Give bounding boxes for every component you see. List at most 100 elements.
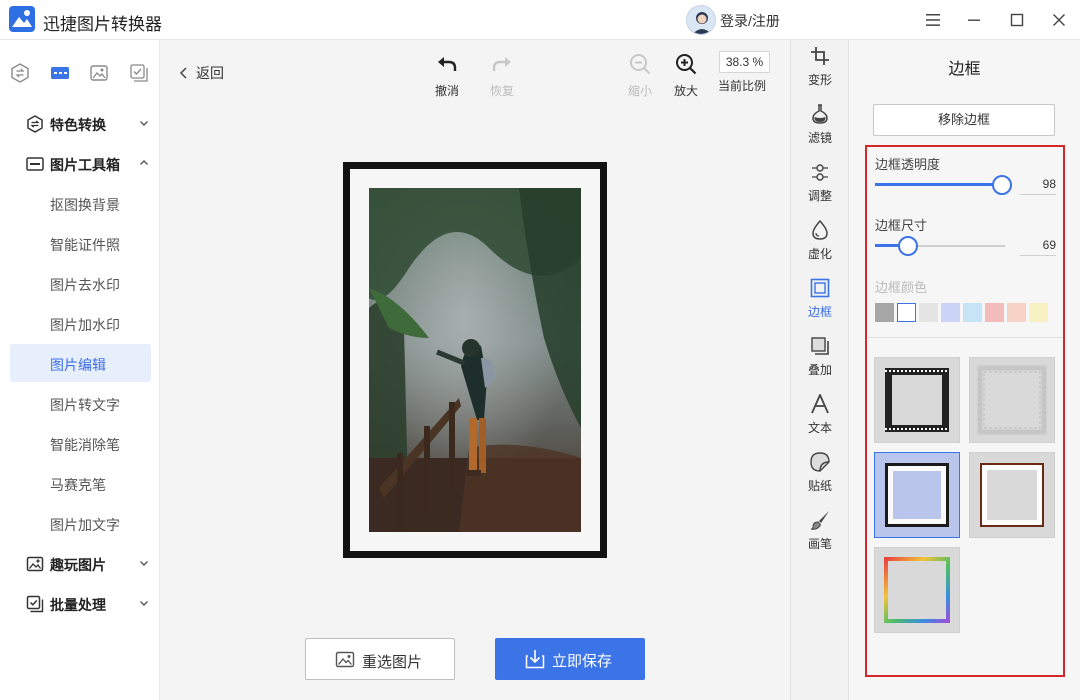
preset-grunge-frame[interactable]	[969, 452, 1055, 538]
nav-section-fun[interactable]: 趣玩图片	[0, 546, 160, 582]
close-icon	[1053, 14, 1065, 26]
solid-frame-thumbnail	[885, 463, 949, 527]
size-slider[interactable]	[875, 236, 1005, 256]
image-icon	[90, 65, 108, 81]
nav-section-special[interactable]: 特色转换	[0, 106, 160, 142]
tool-filter[interactable]: 滤镜	[791, 104, 849, 154]
menu-button[interactable]	[921, 8, 945, 32]
redo-label: 恢复	[489, 84, 514, 98]
opacity-value[interactable]: 98	[1020, 173, 1056, 195]
nav-section-label: 图片工具箱	[50, 157, 120, 173]
faded-frame-thumbnail	[977, 365, 1047, 435]
tool-transform[interactable]: 变形	[791, 46, 849, 96]
opacity-slider[interactable]	[875, 175, 1013, 195]
color-swatch[interactable]	[985, 303, 1004, 322]
batch-check-icon	[26, 595, 44, 613]
nav-batch-button[interactable]	[128, 62, 150, 84]
preset-rainbow-frame[interactable]	[874, 547, 960, 633]
slider-knob[interactable]	[992, 175, 1013, 195]
nav-item-label: 图片转文字	[50, 397, 120, 413]
nav-item-label: 智能消除笔	[50, 437, 120, 453]
nav-item-label: 图片编辑	[50, 357, 106, 373]
color-swatch[interactable]	[875, 303, 894, 322]
nav-item-cutout[interactable]: 抠图换背景	[10, 184, 151, 222]
color-swatch[interactable]	[941, 303, 960, 322]
chevron-down-icon	[140, 561, 148, 566]
app-title: 迅捷图片转换器	[43, 15, 162, 34]
swap-circle-icon	[27, 115, 43, 133]
save-now-button[interactable]: 立即保存	[495, 638, 645, 680]
nav-item-add-text[interactable]: 图片加文字	[10, 504, 151, 542]
color-swatch[interactable]	[963, 303, 982, 322]
tool-label: 调整	[807, 189, 832, 203]
tool-label: 文本	[807, 421, 832, 435]
tool-sticker[interactable]: 贴纸	[791, 452, 849, 502]
nav-item-add-watermark[interactable]: 图片加水印	[10, 304, 151, 342]
nav-item-label: 图片去水印	[50, 277, 120, 293]
undo-icon	[438, 57, 457, 71]
remove-frame-button[interactable]: 移除边框	[873, 104, 1055, 136]
nav-section-batch[interactable]: 批量处理	[0, 586, 160, 622]
color-swatch[interactable]	[897, 303, 916, 322]
color-swatch[interactable]	[1007, 303, 1026, 322]
tool-label: 边框	[807, 305, 832, 319]
batch-icon	[130, 64, 148, 82]
zoom-in-button[interactable]: 放大	[661, 52, 711, 98]
tool-frame[interactable]: 边框	[791, 278, 849, 328]
nav-convert-button[interactable]	[9, 62, 31, 84]
rainbow-frame-thumbnail	[884, 557, 950, 623]
chevron-up-icon	[140, 160, 148, 165]
size-label: 边框尺寸	[875, 218, 928, 233]
color-swatch[interactable]	[919, 303, 938, 322]
redo-button[interactable]: 恢复	[477, 52, 527, 98]
framed-image[interactable]	[343, 162, 607, 558]
nav-item-id-photo[interactable]: 智能证件照	[10, 224, 151, 262]
zoom-value-box[interactable]: 38.3 %	[719, 51, 770, 73]
nav-item-smart-eraser[interactable]: 智能消除笔	[10, 424, 151, 462]
reselect-image-button[interactable]: 重选图片	[305, 638, 455, 680]
left-nav: 特色转换 图片工具箱 抠图换背景 智能证件照 图片去水印 图片加水印 图片编辑 …	[0, 40, 160, 700]
panel-title: 边框	[948, 61, 981, 78]
tool-adjust[interactable]: 调整	[791, 162, 849, 212]
nav-item-image-to-text[interactable]: 图片转文字	[10, 384, 151, 422]
user-avatar[interactable]	[686, 5, 716, 35]
nav-item-remove-watermark[interactable]: 图片去水印	[10, 264, 151, 302]
convert-icon	[11, 63, 29, 83]
color-swatch[interactable]	[1029, 303, 1048, 322]
tool-label: 画笔	[807, 537, 832, 551]
undo-button[interactable]: 撤消	[422, 52, 472, 98]
minimize-button[interactable]	[962, 8, 986, 32]
tool-brush[interactable]: 画笔	[791, 510, 849, 560]
tool-label: 叠加	[807, 363, 832, 377]
preset-solid-frame[interactable]	[874, 452, 960, 538]
download-save-icon	[525, 650, 545, 669]
size-value[interactable]: 69	[1020, 234, 1056, 256]
frame-mat	[350, 169, 600, 551]
preset-faded-frame[interactable]	[969, 357, 1055, 443]
nav-section-toolbox[interactable]: 图片工具箱	[0, 146, 160, 182]
close-button[interactable]	[1047, 8, 1071, 32]
drop-icon	[812, 220, 828, 240]
nav-item-label: 图片加水印	[50, 317, 120, 333]
tool-blur[interactable]: 虚化	[791, 220, 849, 270]
menu-icon	[926, 14, 940, 26]
crop-icon	[811, 47, 829, 65]
zoom-out-button[interactable]: 缩小	[615, 52, 665, 98]
tool-text[interactable]: 文本	[791, 394, 849, 444]
nav-item-mosaic[interactable]: 马赛克笔	[10, 464, 151, 502]
nav-item-label: 马赛克笔	[50, 477, 106, 493]
undo-label: 撤消	[434, 84, 459, 98]
nav-item-image-edit[interactable]: 图片编辑	[10, 344, 151, 382]
flask-icon	[812, 104, 828, 124]
tool-overlay[interactable]: 叠加	[791, 336, 849, 386]
nav-image-button[interactable]	[88, 62, 110, 84]
sliders-icon	[812, 164, 828, 181]
preset-film-frame[interactable]	[874, 357, 960, 443]
maximize-button[interactable]	[1005, 8, 1029, 32]
toolbox-icon	[26, 157, 44, 171]
sticker-icon	[810, 452, 830, 472]
login-register-link[interactable]: 登录/注册	[720, 11, 780, 31]
slider-knob[interactable]	[897, 236, 918, 256]
nav-toolbox-button[interactable]	[49, 62, 71, 84]
zoom-out-icon	[630, 54, 651, 75]
